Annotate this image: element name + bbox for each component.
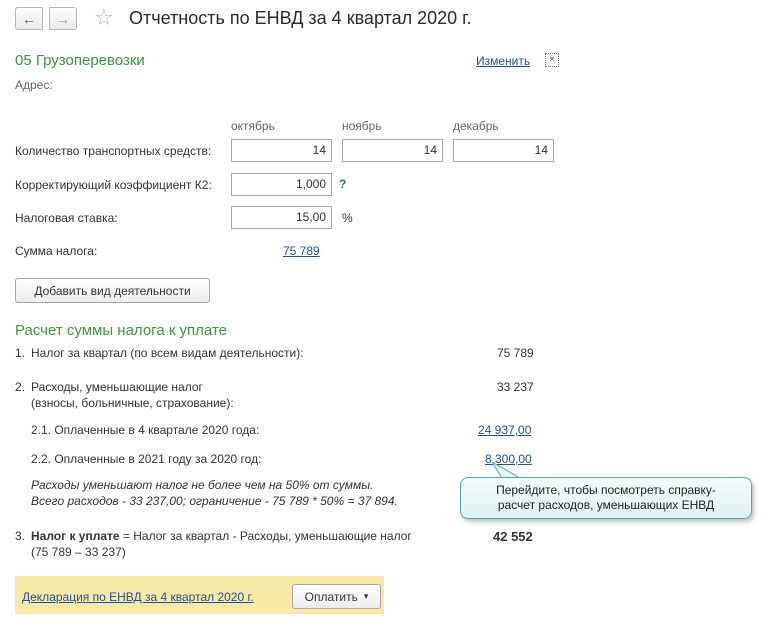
item3-value: 42 552 — [493, 529, 533, 544]
activity-name: 05 Грузоперевозки — [15, 52, 145, 69]
dropdown-arrow-icon: ▾ — [363, 591, 369, 601]
item2-number: 2. — [15, 380, 26, 394]
item3-line2: (75 789 – 33 237) — [31, 545, 126, 559]
item21-link[interactable]: 24 937,00 — [478, 423, 531, 437]
item3-formula: = Налог за квартал - Расходы, уменьшающи… — [119, 529, 412, 543]
item3-bold-label: Налог к уплате — [31, 529, 120, 543]
calc-title: Расчет суммы налога к уплате — [15, 322, 227, 339]
pay-button[interactable]: Оплатить ▾ — [292, 584, 381, 609]
item22-label: 2.2. Оплаченные в 2021 году за 2020 год: — [31, 452, 262, 466]
item3-number: 3. — [15, 529, 26, 543]
limit-note-line1: Расходы уменьшают налог не более чем на … — [31, 478, 374, 492]
month-december: декабрь — [453, 119, 499, 133]
item3-label: Налог к уплате = Налог за квартал - Расх… — [31, 529, 412, 543]
item1-number: 1. — [15, 346, 26, 360]
help-icon[interactable]: ? — [339, 177, 346, 191]
favorite-star-icon[interactable]: ☆ — [94, 6, 114, 30]
change-link[interactable]: Изменить — [476, 54, 530, 68]
add-activity-button[interactable]: Добавить вид деятельности — [15, 278, 210, 303]
arrow-right-icon: → — [56, 10, 70, 27]
k2-input[interactable]: 1,000 — [231, 173, 332, 196]
month-november: ноябрь — [342, 119, 382, 133]
month-october: октябрь — [231, 119, 275, 133]
close-icon[interactable]: × — [545, 53, 559, 67]
vehicles-november-input[interactable]: 14 — [342, 139, 443, 162]
item1-value: 75 789 — [497, 346, 534, 360]
item21-label: 2.1. Оплаченные в 4 квартале 2020 года: — [31, 423, 260, 437]
k2-label: Корректирующий коэффициент К2: — [15, 178, 212, 192]
rate-input[interactable]: 15,00 — [231, 206, 332, 229]
tax-sum-label: Сумма налога: — [15, 244, 98, 258]
pay-button-label: Оплатить — [304, 589, 358, 604]
page-title: Отчетность по ЕНВД за 4 квартал 2020 г. — [129, 8, 472, 28]
item2-value: 33 237 — [497, 380, 534, 394]
vehicles-october-input[interactable]: 14 — [231, 139, 332, 162]
item2-label-line1: Расходы, уменьшающие налог — [31, 380, 203, 394]
tooltip: Перейдите, чтобы посмотреть справку- рас… — [460, 477, 752, 519]
item1-label: Налог за квартал (по всем видам деятельн… — [31, 346, 304, 360]
address-label: Адрес: — [15, 78, 53, 92]
vehicles-december-input[interactable]: 14 — [453, 139, 554, 162]
vehicles-label: Количество транспортных средств: — [15, 144, 212, 158]
rate-label: Налоговая ставка: — [15, 211, 118, 225]
item2-label-line2: (взносы, больничные, страхование): — [31, 396, 234, 410]
limit-note-line2: Всего расходов - 33 237,00; ограничение … — [31, 494, 398, 508]
back-button[interactable]: ← — [15, 7, 43, 30]
tooltip-line1: Перейдите, чтобы посмотреть справку- — [496, 483, 716, 497]
rate-unit: % — [342, 211, 353, 225]
declaration-link[interactable]: Декларация по ЕНВД за 4 квартал 2020 г. — [22, 590, 254, 604]
tax-sum-link[interactable]: 75 789 — [283, 244, 320, 258]
tooltip-line2: расчет расходов, уменьшающих ЕНВД — [497, 498, 715, 512]
arrow-left-icon: ← — [22, 10, 36, 27]
forward-button[interactable]: → — [49, 7, 77, 30]
